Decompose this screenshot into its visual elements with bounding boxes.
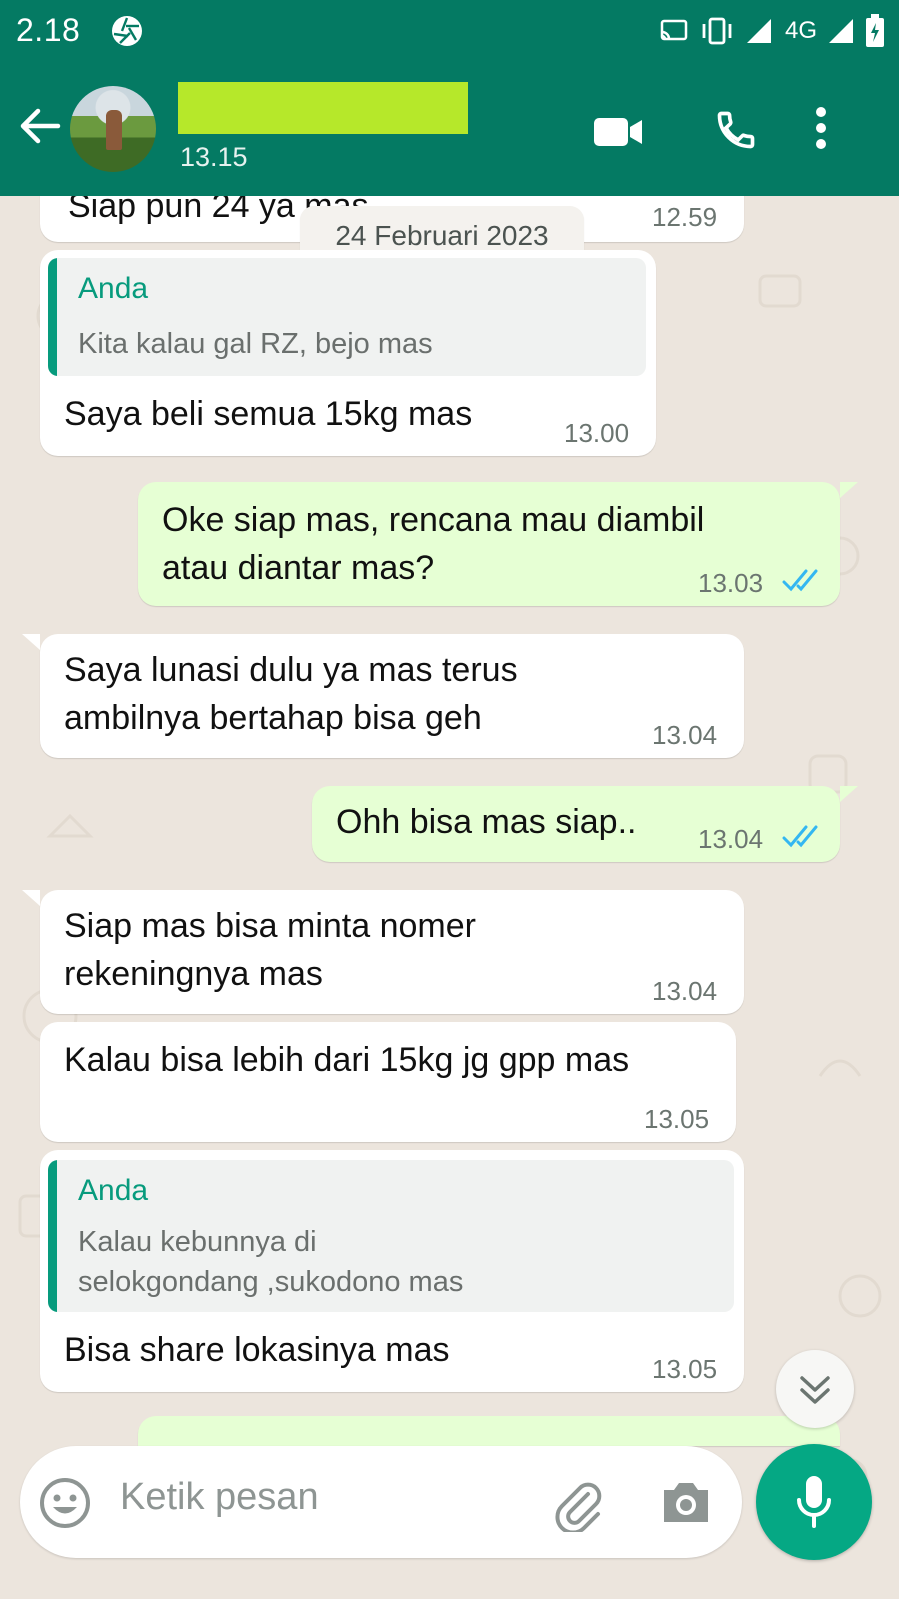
voice-message-button[interactable] (756, 1444, 872, 1560)
vibrate-icon (702, 17, 732, 45)
message-text: Saya beli semua 15kg mas (64, 395, 473, 433)
chat-header-foreground: 13.15 (0, 64, 899, 196)
battery-charging-icon (866, 14, 884, 47)
message-text: Bisa share lokasinya mas (64, 1331, 450, 1369)
message-time: 13.05 (644, 1104, 710, 1134)
bubble-tail (840, 786, 858, 802)
attachment-icon[interactable] (550, 1476, 606, 1532)
message-incoming-reply[interactable]: Anda Kalau kebunnya di selokgondang ,suk… (40, 1150, 744, 1392)
quote-text-line: selokgondang ,sukodono mas (78, 1266, 464, 1298)
last-seen: 13.15 (180, 142, 248, 172)
read-ticks-icon (782, 569, 818, 592)
avatar[interactable] (70, 86, 156, 172)
emoji-icon[interactable] (38, 1476, 92, 1530)
contact-name-redacted[interactable] (178, 82, 468, 134)
back-arrow-icon[interactable] (18, 106, 62, 146)
message-input-bar[interactable]: Ketik pesan (20, 1446, 742, 1558)
status-icons: 4G (659, 14, 885, 48)
message-time: 12.59 (652, 202, 718, 232)
status-time: 2.18 (16, 12, 81, 48)
video-call-icon[interactable] (594, 116, 644, 148)
signal-icon (829, 19, 853, 43)
message-text-line: Oke siap mas, rencana mau diambil (162, 501, 705, 539)
quote-text-line: Kalau kebunnya di (78, 1226, 317, 1258)
message-incoming[interactable]: Kalau bisa lebih dari 15kg jg gpp mas 13… (40, 1022, 736, 1142)
message-text-line: rekeningnya mas (64, 955, 323, 993)
bubble-tail (22, 634, 40, 650)
message-outgoing[interactable]: Ohh bisa mas siap.. 13.04 (312, 786, 840, 862)
quote-accent-bar (48, 258, 57, 376)
message-text-line: ambilnya bertahap bisa geh (64, 699, 482, 737)
quote-author: Anda (78, 1174, 149, 1207)
message-time: 13.04 (698, 824, 764, 854)
quoted-message[interactable]: Anda Kalau kebunnya di selokgondang ,suk… (48, 1160, 734, 1312)
quote-text: Kita kalau gal RZ, bejo mas (78, 328, 433, 360)
cast-icon (660, 19, 688, 41)
message-time: 13.00 (564, 418, 630, 448)
message-text: Kalau bisa lebih dari 15kg jg gpp mas (64, 1041, 630, 1079)
shutter-icon (112, 16, 142, 46)
message-text-line: atau diantar mas? (162, 549, 435, 587)
quoted-message[interactable]: Anda Kita kalau gal RZ, bejo mas (48, 258, 646, 376)
message-incoming[interactable]: Saya lunasi dulu ya mas terus ambilnya b… (40, 634, 744, 758)
bubble-tail (22, 890, 40, 906)
quote-author: Anda (78, 272, 149, 305)
bubble-tail (840, 482, 858, 498)
scroll-to-bottom-button[interactable] (776, 1350, 854, 1428)
message-text-line: Siap mas bisa minta nomer (64, 907, 476, 945)
message-outgoing[interactable]: Oke siap mas, rencana mau diambil atau d… (138, 482, 840, 606)
message-time: 13.04 (652, 976, 718, 1006)
phone-call-icon[interactable] (714, 108, 758, 152)
more-options-icon[interactable] (814, 106, 828, 150)
message-text-line: Saya lunasi dulu ya mas terus (64, 651, 518, 689)
signal-no-data-icon (746, 19, 771, 43)
camera-icon[interactable] (660, 1478, 712, 1526)
message-time: 13.03 (698, 568, 764, 598)
message-input[interactable]: Ketik pesan (120, 1476, 319, 1519)
double-chevron-down-icon (800, 1376, 830, 1404)
message-incoming-reply[interactable]: Anda Kita kalau gal RZ, bejo mas Saya be… (40, 250, 656, 456)
quote-accent-bar (48, 1160, 57, 1312)
message-outgoing-partial[interactable] (138, 1416, 840, 1446)
read-ticks-icon (782, 825, 818, 848)
message-time: 13.05 (652, 1354, 718, 1384)
message-text: Ohh bisa mas siap.. (336, 803, 637, 841)
message-incoming[interactable]: Siap mas bisa minta nomer rekeningnya ma… (40, 890, 744, 1014)
network-type: 4G (784, 17, 817, 44)
message-time: 13.04 (652, 720, 718, 750)
status-bar: 2.18 4G (0, 0, 899, 64)
microphone-icon (797, 1476, 831, 1528)
